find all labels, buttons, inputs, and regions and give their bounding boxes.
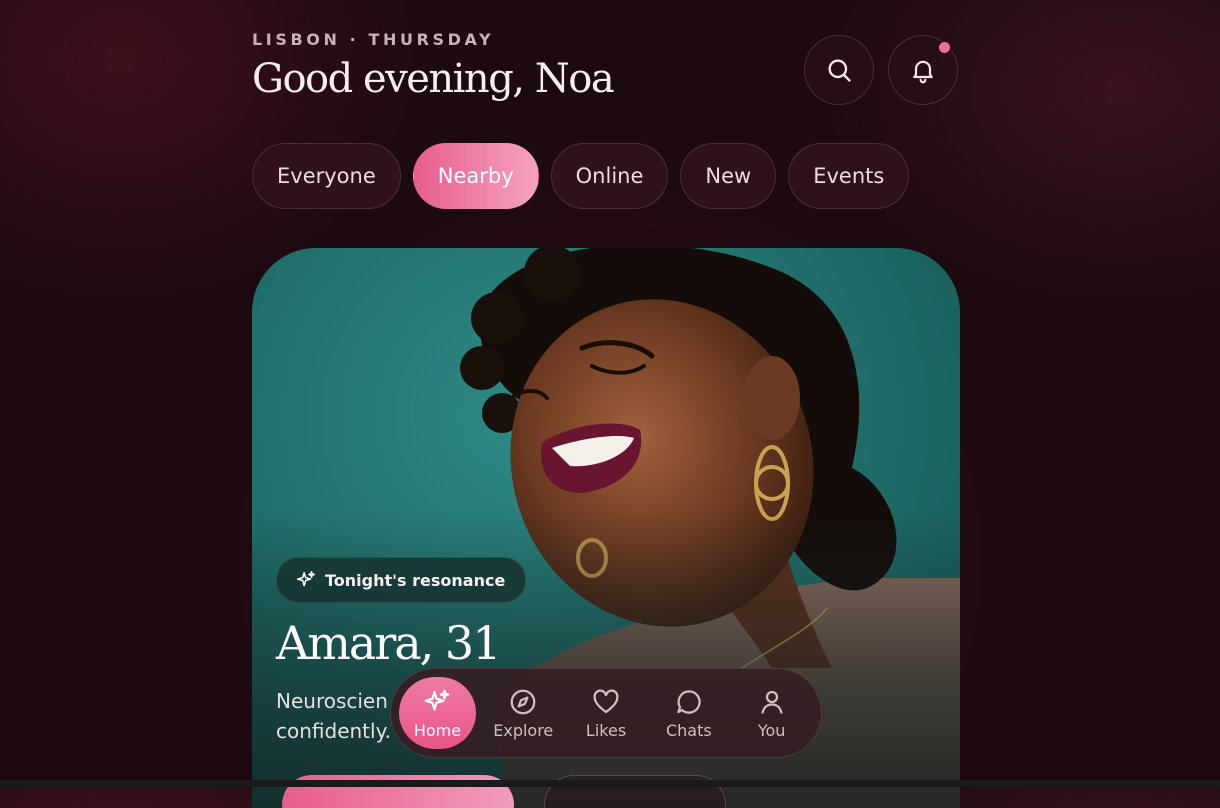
tab-explore-label: Explore (493, 720, 554, 740)
bell-icon (913, 60, 933, 84)
tab-you[interactable]: You (730, 677, 813, 749)
profile-name-age: Amara, 31 (276, 616, 501, 670)
unread-indicator-dot (937, 40, 952, 55)
filter-chip-new[interactable]: New (680, 143, 777, 209)
filter-chip-everyone[interactable]: Everyone (252, 143, 401, 209)
compass-icon (510, 689, 536, 714)
search-icon (828, 59, 851, 82)
chat-bubble-icon (677, 689, 701, 714)
filter-chip-nearby[interactable]: Nearby (412, 143, 539, 209)
tab-chats[interactable]: Chats (647, 677, 730, 749)
sparkles-icon (425, 689, 450, 711)
tab-explore[interactable]: Explore (482, 677, 565, 749)
notifications-button[interactable] (888, 35, 958, 105)
tab-likes-label: Likes (585, 720, 627, 740)
window-bottom-edge (0, 780, 1220, 787)
resonance-badge-label: Tonight's resonance (325, 570, 506, 590)
search-button[interactable] (804, 35, 874, 105)
tab-home[interactable]: Home (399, 677, 476, 749)
user-icon (761, 690, 783, 714)
tab-home-label: Home (413, 720, 462, 740)
location-day-eyebrow: LISBON · THURSDAY (252, 30, 495, 49)
greeting-title: Good evening, Noa (252, 56, 615, 102)
sparkles-icon (296, 570, 316, 587)
filter-chip-online[interactable]: Online (550, 143, 669, 209)
filter-chips: Everyone Nearby Online New Events (252, 143, 910, 209)
tab-likes[interactable]: Likes (565, 677, 648, 749)
tab-you-label: You (757, 720, 786, 740)
resonance-badge: Tonight's resonance (276, 557, 527, 603)
heart-icon (593, 689, 619, 713)
tab-chats-label: Chats (665, 720, 712, 740)
bottom-tab-bar: Home Explore Likes Chats You (390, 668, 822, 758)
filter-chip-events[interactable]: Events (788, 143, 910, 209)
